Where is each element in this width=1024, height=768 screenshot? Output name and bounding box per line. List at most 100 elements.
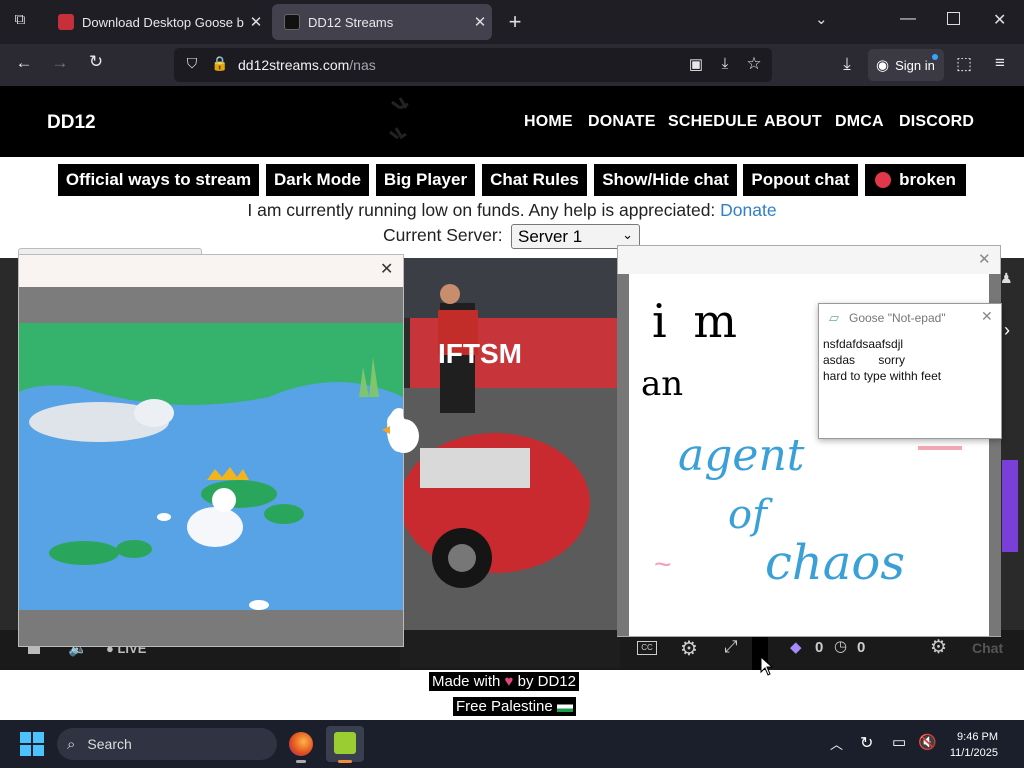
made-prefix: Made with <box>432 673 501 690</box>
palestine-flag-icon <box>556 701 573 712</box>
funds-text: I am currently running low on funds. Any… <box>247 200 716 220</box>
reload-icon[interactable]: ↻ <box>82 52 110 72</box>
close-icon[interactable]: ✕ <box>978 250 991 268</box>
chat-button[interactable]: Chat <box>972 640 1003 656</box>
extensions-icon[interactable]: ⬚ <box>950 54 978 74</box>
tab-title: Download Desktop Goose by sa <box>82 14 244 30</box>
window-close-icon[interactable]: ✕ <box>993 10 1006 30</box>
notepad-line: asdas sorry <box>823 353 906 367</box>
notepad-icon: ▱ <box>829 310 839 325</box>
new-tab-icon[interactable]: + <box>503 9 527 35</box>
chat-purple-panel <box>1002 460 1018 552</box>
nav-discord[interactable]: DISCORD <box>899 113 974 131</box>
taskbar-search[interactable]: ⌕ Search <box>57 728 277 760</box>
chevron-right-icon[interactable]: › <box>1004 320 1010 341</box>
made-with-label: Made with ♥ by DD12 <box>429 672 579 691</box>
pink-squiggle: ~ <box>654 548 672 581</box>
heart-icon: ♥ <box>504 673 514 690</box>
app-active-indicator <box>338 760 352 763</box>
popout-chat-button[interactable]: Popout chat <box>743 164 858 196</box>
bookmark-star-icon[interactable]: ☆ <box>740 54 768 74</box>
shield-icon[interactable]: ⛉ <box>178 55 206 72</box>
nav-home[interactable]: HOME <box>524 113 573 131</box>
search-placeholder: Search <box>87 736 132 752</box>
nav-about[interactable]: ABOUT <box>764 113 822 131</box>
chat-settings-gear-icon[interactable]: ⚙ <box>930 636 947 659</box>
donate-link[interactable]: Donate <box>720 200 776 220</box>
goose-app-icon <box>334 732 356 754</box>
nav-dmca[interactable]: DMCA <box>835 113 884 131</box>
back-icon[interactable]: ← <box>10 53 38 73</box>
clock-icon[interactable]: ◷ <box>834 637 847 655</box>
chat-side-icon[interactable]: ♟ <box>1000 270 1013 287</box>
maximize-icon[interactable] <box>947 12 960 25</box>
captions-icon[interactable]: CC <box>637 641 657 655</box>
close-icon[interactable]: ✕ <box>380 259 393 279</box>
search-icon: ⌕ <box>67 735 76 753</box>
site-logo[interactable]: DD12 <box>47 112 96 134</box>
close-tab-icon[interactable]: ✕ <box>468 13 492 31</box>
forward-icon[interactable]: → <box>46 53 74 73</box>
notification-dot <box>932 54 938 60</box>
goose-pond-image <box>19 287 403 610</box>
settings-gear-icon[interactable]: ⚙ <box>680 636 698 661</box>
funds-message: I am currently running low on funds. Any… <box>0 200 1024 221</box>
tab-favicon-icon <box>284 14 300 30</box>
goose-footprints-icon <box>389 97 409 140</box>
banner-text: IFTSM <box>438 338 522 369</box>
chevron-up-icon[interactable]: ︿ <box>830 734 843 753</box>
chat-rules-button[interactable]: Chat Rules <box>482 164 587 196</box>
tab-dd12-streams[interactable]: DD12 Streams ✕ <box>272 4 492 40</box>
chevron-down-icon[interactable]: ⌄ <box>815 10 835 28</box>
notepad-title: Goose "Not-epad" <box>849 311 946 325</box>
url-text[interactable]: dd12streams.com/nas <box>238 57 376 73</box>
pink-stroke <box>918 446 962 450</box>
server-label: Current Server: <box>383 225 503 245</box>
free-text: Free Palestine <box>456 698 553 715</box>
handwriting-line-4: of <box>728 492 767 538</box>
reader-view-icon[interactable]: ▣ <box>682 55 710 73</box>
app-running-indicator <box>296 760 306 763</box>
close-icon[interactable]: ✕ <box>981 308 993 325</box>
clock[interactable]: 9:46 PM 11/1/2025 <box>940 729 998 761</box>
url-path: /nas <box>349 57 376 73</box>
show-hide-chat-button[interactable]: Show/Hide chat <box>594 164 737 196</box>
clock-date: 11/1/2025 <box>949 747 998 759</box>
lock-icon[interactable]: 🔒 <box>206 55 234 72</box>
close-tab-icon[interactable]: ✕ <box>244 13 268 31</box>
save-page-icon[interactable]: ⤓ <box>711 55 739 72</box>
account-icon: ◉ <box>876 57 890 74</box>
goose-notepad-window[interactable]: ▱ Goose "Not-epad" ✕ nsfdafdsaafsdjl asd… <box>818 303 1002 439</box>
count-a: 0 <box>815 639 824 656</box>
server-select-value: Server 1 <box>518 226 583 246</box>
nav-schedule[interactable]: SCHEDULE <box>668 113 758 131</box>
tab-download-goose[interactable]: Download Desktop Goose by sa ✕ <box>46 4 268 40</box>
official-ways-button[interactable]: Official ways to stream <box>58 164 259 196</box>
red-dot-icon <box>875 172 892 188</box>
handwriting-line-3: agent <box>678 430 805 481</box>
handwriting-line-1: i m <box>652 294 743 348</box>
big-player-button[interactable]: Big Player <box>376 164 475 196</box>
broken-button[interactable]: broken <box>865 164 966 196</box>
dark-mode-button[interactable]: Dark Mode <box>266 164 369 196</box>
windows-start-icon[interactable] <box>20 732 44 756</box>
firefox-icon[interactable] <box>289 732 313 756</box>
fullscreen-icon[interactable]: ⤢ <box>724 637 738 657</box>
desktop-goose-icon[interactable] <box>378 408 422 454</box>
nav-donate[interactable]: DONATE <box>588 113 656 131</box>
pond-bottom-bar <box>19 610 403 646</box>
downloads-icon[interactable]: ⤓ <box>833 54 861 74</box>
menu-icon[interactable]: ≡ <box>986 53 1014 73</box>
tab-list-icon[interactable]: ⧉ <box>8 11 32 33</box>
network-icon[interactable]: ▭ <box>892 733 906 751</box>
mouse-cursor-icon <box>760 656 774 676</box>
volume-muted-icon[interactable]: 🔇 <box>918 733 937 751</box>
pond-scene <box>19 323 403 610</box>
update-icon[interactable]: ↻ <box>860 733 873 753</box>
count-b: 0 <box>857 639 866 656</box>
tab-favicon-icon <box>58 14 74 30</box>
broken-label: broken <box>899 170 956 189</box>
tag-icon[interactable]: ◆ <box>790 638 802 656</box>
minimize-icon[interactable]: — <box>900 10 916 28</box>
sign-in-label: Sign in <box>895 57 935 73</box>
